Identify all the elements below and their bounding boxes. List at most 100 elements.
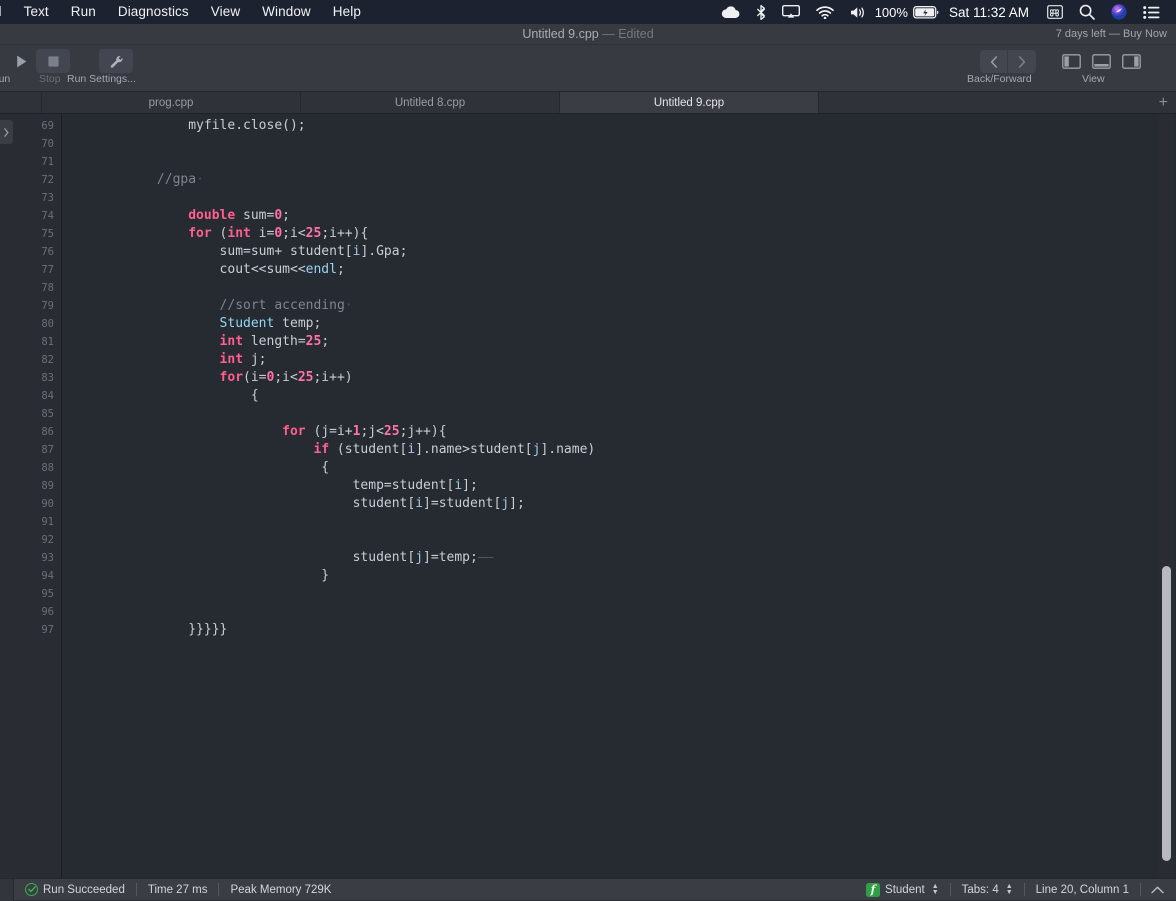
add-tab-button[interactable]: + <box>1159 95 1168 111</box>
airplay-icon[interactable] <box>774 0 808 24</box>
expand-navigator-chevron-right-icon[interactable] <box>0 120 13 144</box>
code-line[interactable] <box>63 603 1156 621</box>
code-line[interactable] <box>63 279 1156 297</box>
bluetooth-icon[interactable] <box>748 0 774 24</box>
volume-icon[interactable] <box>842 0 875 24</box>
code-line[interactable]: temp=student[i]; <box>63 477 1156 495</box>
line-number[interactable]: 96 <box>14 603 61 621</box>
symbol-selector[interactable]: f Student ▲▼ <box>855 879 950 901</box>
line-number[interactable]: 85 <box>14 405 61 423</box>
code-line[interactable]: }}}}} <box>63 621 1156 639</box>
line-number[interactable]: 86 <box>14 423 61 441</box>
code-line[interactable]: } <box>63 567 1156 585</box>
line-number[interactable]: 94 <box>14 567 61 585</box>
vertical-scrollbar-thumb[interactable] <box>1162 566 1171 861</box>
toggle-inspector-button[interactable] <box>1116 50 1146 73</box>
line-number[interactable]: 91 <box>14 513 61 531</box>
cloud-icon[interactable] <box>713 0 748 24</box>
line-number[interactable]: 93 <box>14 549 61 567</box>
tab-prog-cpp[interactable]: prog.cpp <box>42 92 301 113</box>
line-number[interactable]: 92 <box>14 531 61 549</box>
code-line[interactable] <box>63 513 1156 531</box>
code-line[interactable]: for (int i=0;i<25;i++){ <box>63 225 1156 243</box>
line-number[interactable]: 81 <box>14 333 61 351</box>
code-line[interactable]: //gpa· <box>63 171 1156 189</box>
code-line[interactable]: { <box>63 387 1156 405</box>
menu-item-view[interactable]: View <box>200 0 251 24</box>
code-line[interactable]: double sum=0; <box>63 207 1156 225</box>
code-line[interactable]: myfile.close(); <box>63 117 1156 135</box>
code-line[interactable]: int j; <box>63 351 1156 369</box>
line-number[interactable]: 70 <box>14 135 61 153</box>
code-line[interactable]: { <box>63 459 1156 477</box>
siri-icon[interactable] <box>1103 0 1135 24</box>
menu-item-window[interactable]: Window <box>251 0 322 24</box>
line-number[interactable]: 73 <box>14 189 61 207</box>
line-number[interactable]: 89 <box>14 477 61 495</box>
menu-item-app[interactable]: d <box>0 0 13 24</box>
code-line[interactable]: for (j=i+1;j<25;j++){ <box>63 423 1156 441</box>
menu-item-diagnostics[interactable]: Diagnostics <box>107 0 200 24</box>
toggle-navigator-button[interactable] <box>1056 50 1086 73</box>
line-number[interactable]: 78 <box>14 279 61 297</box>
trial-buy-now-link[interactable]: 7 days left — Buy Now <box>1056 24 1167 45</box>
code-text-area[interactable]: myfile.close(); //gpa· double sum=0; for… <box>63 114 1156 878</box>
code-line[interactable]: student[j]=temp;—— <box>63 549 1156 567</box>
line-number[interactable]: 76 <box>14 243 61 261</box>
code-line[interactable]: if (student[i].name>student[j].name) <box>63 441 1156 459</box>
code-line[interactable]: cout<<sum<<endl; <box>63 261 1156 279</box>
menu-item-help[interactable]: Help <box>322 0 372 24</box>
tabs-setting-selector[interactable]: Tabs: 4 ▲▼ <box>951 879 1024 901</box>
keyboard-input-icon[interactable] <box>1039 0 1071 24</box>
code-line[interactable]: sum=sum+ student[i].Gpa; <box>63 243 1156 261</box>
line-number[interactable]: 75 <box>14 225 61 243</box>
line-number[interactable]: 88 <box>14 459 61 477</box>
line-number[interactable]: 77 <box>14 261 61 279</box>
vertical-scrollbar[interactable] <box>1159 114 1174 878</box>
tab-untitled-8-cpp[interactable]: Untitled 8.cpp <box>301 92 560 113</box>
line-number[interactable]: 82 <box>14 351 61 369</box>
tab-untitled-9-cpp[interactable]: Untitled 9.cpp <box>560 92 819 113</box>
menu-item-run[interactable]: Run <box>60 0 107 24</box>
chevron-updown-icon[interactable]: ▲▼ <box>932 884 939 896</box>
line-number[interactable]: 90 <box>14 495 61 513</box>
code-line[interactable] <box>63 405 1156 423</box>
line-number[interactable]: 74 <box>14 207 61 225</box>
line-number[interactable]: 80 <box>14 315 61 333</box>
wifi-icon[interactable] <box>808 0 842 24</box>
code-line[interactable] <box>63 153 1156 171</box>
menu-bar-clock[interactable]: Sat 11:32 AM <box>943 5 1039 20</box>
chevron-updown-icon[interactable]: ▲▼ <box>1006 884 1013 896</box>
run-settings-button[interactable] <box>99 49 133 73</box>
line-number[interactable]: 79 <box>14 297 61 315</box>
code-line[interactable]: student[i]=student[j]; <box>63 495 1156 513</box>
code-line[interactable] <box>63 531 1156 549</box>
code-line[interactable]: for(i=0;i<25;i++) <box>63 369 1156 387</box>
code-token: ;i++){ <box>321 226 368 241</box>
line-number[interactable]: 95 <box>14 585 61 603</box>
toggle-debug-area-button[interactable] <box>1086 50 1116 73</box>
line-number[interactable]: 87 <box>14 441 61 459</box>
line-number[interactable]: 84 <box>14 387 61 405</box>
code-line[interactable] <box>63 189 1156 207</box>
search-icon[interactable] <box>1071 0 1103 24</box>
stop-button[interactable] <box>36 49 70 73</box>
line-number[interactable]: 69 <box>14 117 61 135</box>
line-number[interactable]: 72 <box>14 171 61 189</box>
collapse-status-bar-button[interactable] <box>1141 879 1176 901</box>
code-line[interactable]: //sort accending· <box>63 297 1156 315</box>
control-center-icon[interactable] <box>1135 0 1168 24</box>
line-number[interactable]: 97 <box>14 621 61 639</box>
code-line[interactable] <box>63 135 1156 153</box>
run-button[interactable] <box>4 49 38 73</box>
forward-button[interactable] <box>1008 50 1036 73</box>
menu-item-text[interactable]: Text <box>13 0 60 24</box>
line-number[interactable]: 83 <box>14 369 61 387</box>
code-line[interactable]: Student temp; <box>63 315 1156 333</box>
line-number[interactable]: 71 <box>14 153 61 171</box>
code-line[interactable]: int length=25; <box>63 333 1156 351</box>
code-line[interactable] <box>63 585 1156 603</box>
back-button[interactable] <box>980 50 1008 73</box>
battery-icon[interactable] <box>911 0 943 24</box>
run-status-cell[interactable]: Run Succeeded <box>14 879 136 901</box>
